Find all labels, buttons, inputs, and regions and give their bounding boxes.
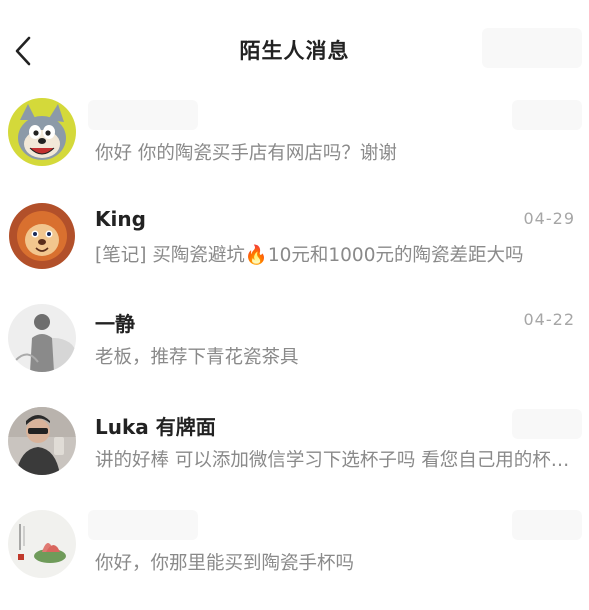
message-preview: [笔记] 买陶瓷避坑🔥10元和1000元的陶瓷差距大吗 <box>95 245 524 266</box>
contact-name: King <box>95 207 146 231</box>
conversation-item[interactable]: 你好 你的陶瓷买手店有网店吗？谢谢 <box>0 98 589 198</box>
selfie-photo-avatar-icon <box>8 407 76 475</box>
lotus-painting-avatar-icon <box>8 510 76 578</box>
message-preview: 老板，推荐下青花瓷茶具 <box>95 347 299 368</box>
contact-name: Luka 有牌面 <box>95 415 216 439</box>
conversation-item[interactable]: 一静 04-22 老板，推荐下青花瓷茶具 <box>0 304 589 404</box>
message-date: 04-29 <box>523 209 575 228</box>
message-date: 04-22 <box>523 310 575 329</box>
conversation-item[interactable]: King 04-29 [笔记] 买陶瓷避坑🔥10元和1000元的陶瓷差距大吗 <box>0 202 589 302</box>
message-preview: 你好 你的陶瓷买手店有网店吗？谢谢 <box>95 143 397 164</box>
date-placeholder <box>512 100 582 130</box>
contact-name: 一静 <box>95 312 135 336</box>
name-placeholder <box>88 510 198 540</box>
person-photo-avatar-icon <box>8 304 76 372</box>
conversation-item[interactable]: Luka 有牌面 讲的好棒 可以添加微信学习下选杯子吗 看您自己用的杯子很好看 <box>0 407 589 507</box>
cartoon-cat-avatar-icon <box>8 98 76 166</box>
message-preview: 讲的好棒 可以添加微信学习下选杯子吗 看您自己用的杯子很好看 <box>95 450 571 471</box>
date-placeholder <box>512 510 582 540</box>
name-placeholder <box>88 100 198 130</box>
cartoon-lion-avatar-icon <box>8 202 76 270</box>
header-right-placeholder <box>482 28 582 68</box>
message-preview: 你好，你那里能买到陶瓷手杯吗 <box>95 553 355 574</box>
date-placeholder <box>512 409 582 439</box>
nav-header: 陌生人消息 <box>0 0 589 100</box>
conversation-item[interactable]: 你好，你那里能买到陶瓷手杯吗 <box>0 510 589 610</box>
